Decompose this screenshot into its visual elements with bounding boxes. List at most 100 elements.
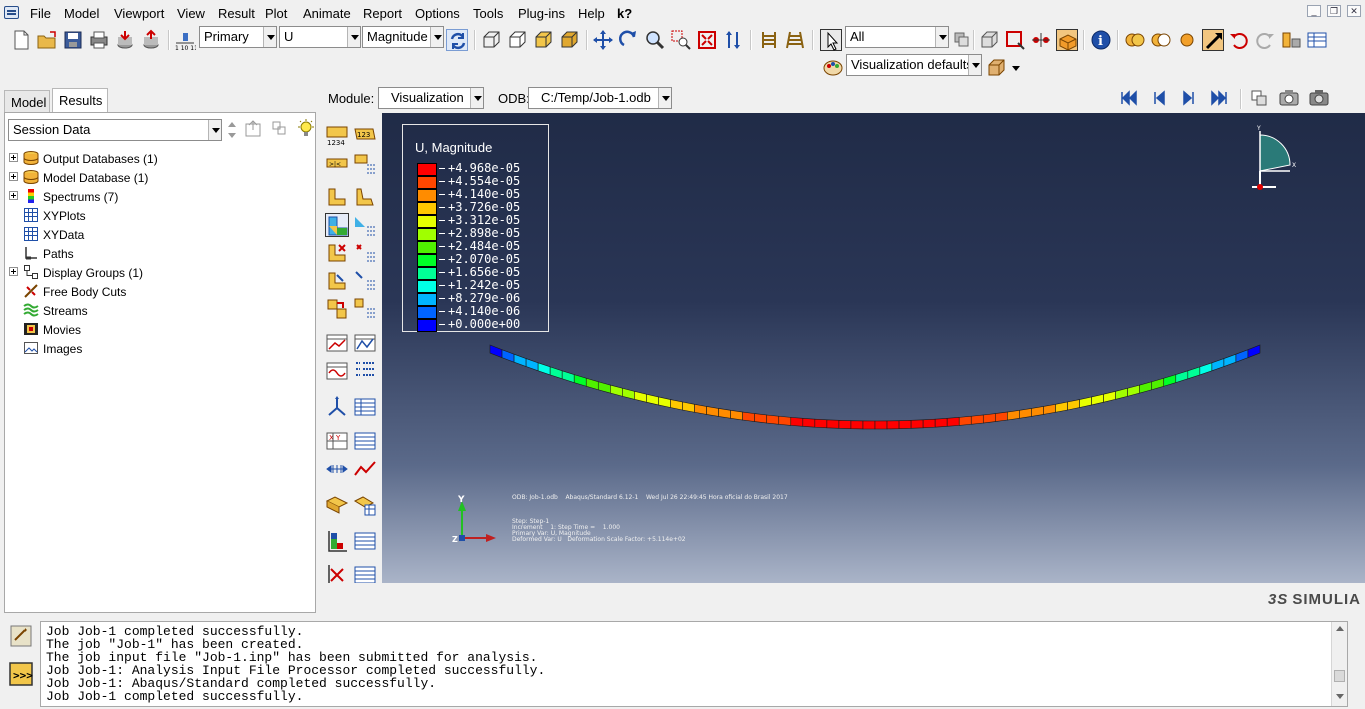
beam-element[interactable]: [910, 419, 924, 429]
new-file-icon[interactable]: [10, 29, 32, 51]
plot-material-orientations-icon[interactable]: [325, 269, 349, 293]
beam-element[interactable]: [573, 374, 587, 387]
replace-selection-icon[interactable]: [978, 29, 1000, 51]
beam-element[interactable]: [1091, 393, 1104, 406]
tools-icon[interactable]: [1280, 29, 1302, 51]
odb-combo[interactable]: C:/Temp/Job-1.odb: [528, 87, 672, 109]
front-view-icon[interactable]: [506, 29, 528, 51]
view-cut-icon[interactable]: [325, 529, 349, 553]
animation-options-icon[interactable]: [353, 359, 377, 383]
beam-element[interactable]: [682, 401, 695, 413]
tree-item[interactable]: XYData: [5, 225, 305, 244]
beam-element[interactable]: [513, 353, 527, 368]
tab-model[interactable]: Model: [4, 90, 50, 112]
tree-item[interactable]: XYPlots: [5, 206, 305, 225]
beam-element[interactable]: [597, 381, 611, 394]
ladder-icon[interactable]: [784, 29, 806, 51]
beam-element[interactable]: [525, 358, 539, 372]
camera-options-icon[interactable]: [1308, 87, 1330, 109]
beam-element[interactable]: [766, 414, 780, 425]
message-scrollbar[interactable]: [1331, 622, 1347, 706]
expand-icon[interactable]: [9, 267, 18, 276]
auto-fit-icon[interactable]: [696, 29, 718, 51]
redo-icon[interactable]: [1254, 29, 1276, 51]
camera-icon[interactable]: [1278, 87, 1300, 109]
beam-element[interactable]: [1175, 370, 1189, 384]
zoom-icon[interactable]: [644, 29, 666, 51]
view-cut-manager-icon[interactable]: [353, 529, 377, 553]
minimize-icon[interactable]: _: [1307, 5, 1321, 17]
palette-icon[interactable]: [822, 57, 844, 79]
beam-element[interactable]: [537, 362, 551, 376]
scroll-up-icon[interactable]: [1336, 626, 1344, 631]
beam-element[interactable]: [670, 399, 683, 411]
beam-element[interactable]: [501, 349, 515, 363]
beam-element[interactable]: [862, 420, 876, 430]
beam-element[interactable]: [886, 420, 900, 430]
beam-element[interactable]: [970, 414, 984, 425]
import-icon[interactable]: [114, 29, 136, 51]
beam-element[interactable]: [1235, 349, 1249, 363]
plot-undeformed-shape-icon[interactable]: [325, 185, 349, 209]
tree-hint-bulb-icon[interactable]: [295, 118, 317, 140]
command-line-interface-icon[interactable]: >>>: [8, 661, 34, 687]
display-group-manager-icon[interactable]: [353, 493, 377, 517]
box-selection-icon[interactable]: [1004, 29, 1026, 51]
xy-data-manager-icon[interactable]: [353, 395, 377, 419]
menu-viewport[interactable]: Viewport: [114, 6, 164, 21]
tree-item[interactable]: Output Databases (1): [5, 149, 305, 168]
overlay-icon-3[interactable]: [1176, 29, 1198, 51]
variable-combo[interactable]: U: [279, 26, 361, 48]
allow-multiple-plot-states-icon[interactable]: [325, 297, 349, 321]
selection-options-icon[interactable]: [951, 29, 973, 51]
render-style-icon[interactable]: [986, 57, 1022, 79]
beam-element[interactable]: [1079, 396, 1092, 408]
info-icon[interactable]: i: [1090, 29, 1112, 51]
plot-contours-numbered-icon[interactable]: >|<: [325, 151, 349, 175]
animate-harmonic-icon[interactable]: [325, 359, 349, 383]
create-xy-data-icon[interactable]: [325, 395, 349, 419]
next-frame-icon[interactable]: [1178, 87, 1200, 109]
close-icon[interactable]: ✕: [1347, 5, 1361, 17]
beam-element[interactable]: [1115, 387, 1128, 400]
ruler-icon[interactable]: [758, 29, 780, 51]
create-path-icon[interactable]: [325, 457, 349, 481]
menu-animate[interactable]: Animate: [303, 6, 351, 21]
tree-filter-icon[interactable]: [269, 118, 291, 140]
plot-deformed-numbered-icon[interactable]: 123: [353, 123, 377, 147]
menu-model[interactable]: Model: [64, 6, 99, 21]
plot-contours-icon[interactable]: [325, 213, 349, 237]
node-selection-icon[interactable]: [1030, 29, 1052, 51]
beam-element[interactable]: [958, 415, 972, 426]
last-frame-icon[interactable]: [1208, 87, 1230, 109]
beam-element[interactable]: [898, 420, 912, 430]
beam-element[interactable]: [946, 417, 960, 427]
pan-icon[interactable]: [592, 29, 614, 51]
display-selection-icon[interactable]: [1056, 29, 1078, 51]
table-icon[interactable]: [1306, 29, 1328, 51]
tree-item[interactable]: Model Database (1): [5, 168, 305, 187]
box-zoom-icon[interactable]: [670, 29, 692, 51]
beam-element[interactable]: [1199, 362, 1213, 376]
scroll-thumb[interactable]: [1334, 670, 1345, 682]
module-combo[interactable]: Visualization: [378, 87, 484, 109]
selection-combo[interactable]: All: [845, 26, 949, 48]
tree-item[interactable]: Free Body Cuts: [5, 282, 305, 301]
beam-element[interactable]: [742, 411, 755, 422]
graphics-viewport[interactable]: U, Magnitude +4.968e-05 +4.554e-05 +4.140e…: [382, 113, 1365, 583]
menu-help[interactable]: Help: [578, 6, 605, 21]
export-icon[interactable]: [140, 29, 162, 51]
scroll-down-icon[interactable]: [1336, 694, 1344, 699]
beam-element[interactable]: [634, 390, 647, 403]
beam-element[interactable]: [754, 413, 768, 424]
beam-element[interactable]: [1031, 406, 1044, 417]
display-group-create-icon[interactable]: [325, 493, 349, 517]
beam-element[interactable]: [549, 366, 563, 380]
beam-element[interactable]: [1007, 409, 1020, 421]
beam-element[interactable]: [1055, 401, 1068, 413]
beam-element[interactable]: [646, 393, 659, 406]
beam-element[interactable]: [610, 384, 623, 397]
print-icon[interactable]: [88, 29, 110, 51]
sync-icon[interactable]: [446, 29, 468, 51]
plot-undeformed-icon[interactable]: 1234: [325, 123, 349, 147]
